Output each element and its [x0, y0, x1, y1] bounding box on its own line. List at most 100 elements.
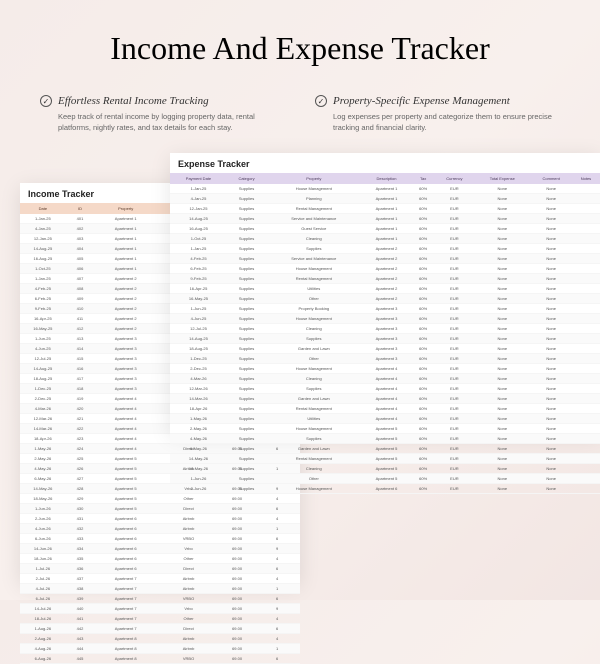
features-row: ✓ Effortless Rental Income Tracking Keep…: [40, 95, 560, 133]
cell: Apartment 1: [94, 214, 157, 224]
cell: [572, 294, 600, 304]
cell: 69.00: [220, 554, 254, 564]
cell: Other: [157, 494, 220, 504]
cell: 14-Mar-26: [170, 394, 227, 404]
table-row: 1-Jul-26436Apartment 6Direct69.006: [20, 564, 300, 574]
feature-1-title-text: Effortless Rental Income Tracking: [58, 95, 209, 107]
cell: [572, 194, 600, 204]
cell: EUR: [435, 304, 474, 314]
cell: 12-Jul-25: [20, 354, 66, 364]
cell: Apartment 3: [361, 304, 411, 314]
cell: 425: [66, 454, 95, 464]
feature-2: ✓ Property-Specific Expense Management L…: [315, 95, 560, 133]
cell: 405: [66, 254, 95, 264]
cell: EUR: [435, 384, 474, 394]
cell: [572, 324, 600, 334]
cell: 2-May-26: [20, 454, 66, 464]
table-row: 1-May-26SuppliesUtilitiesApartment 460%E…: [170, 414, 600, 424]
cell: Apartment 7: [94, 594, 157, 604]
cell: 60%: [411, 434, 434, 444]
cell: 6-May-26: [20, 474, 66, 484]
cell: [572, 444, 600, 454]
cell: None: [531, 254, 572, 264]
cell: 60%: [411, 194, 434, 204]
cell: Apartment 1: [94, 254, 157, 264]
cell: Apartment 1: [94, 264, 157, 274]
cell: EUR: [435, 324, 474, 334]
cell: Apartment 4: [94, 424, 157, 434]
expense-sheet: Expense Tracker Payment DateCategoryProp…: [170, 153, 600, 433]
cell: Apartment 4: [94, 434, 157, 444]
cell: Apartment 5: [94, 454, 157, 464]
cell: 4-Feb-25: [20, 284, 66, 294]
cell: Utilities: [266, 414, 361, 424]
cell: Airbnb: [157, 524, 220, 534]
cell: 14-May-26: [170, 454, 227, 464]
cell: EUR: [435, 194, 474, 204]
cell: Supplies: [227, 234, 266, 244]
cell: Airbnb: [157, 644, 220, 654]
cell: 1-May-26: [20, 444, 66, 454]
cell: 407: [66, 274, 95, 284]
cell: Supplies: [227, 404, 266, 414]
cell: Cleaning: [266, 324, 361, 334]
cell: Rental Management: [266, 204, 361, 214]
cell: None: [474, 234, 531, 244]
cell: 420: [66, 404, 95, 414]
cell: 417: [66, 374, 95, 384]
cell: Apartment 3: [361, 314, 411, 324]
cell: 60%: [411, 244, 434, 254]
cell: Apartment 2: [361, 284, 411, 294]
cell: Apartment 2: [94, 304, 157, 314]
cell: 6: [254, 594, 300, 604]
table-row: 4-Jun-25SuppliesHouse ManagementApartmen…: [170, 314, 600, 324]
cell: 1-Jan-25: [170, 244, 227, 254]
cell: 1-Oct-25: [170, 234, 227, 244]
col-header: Notes: [572, 173, 600, 184]
cell: 60%: [411, 334, 434, 344]
cell: 16-Apr-25: [20, 314, 66, 324]
cell: 60%: [411, 324, 434, 334]
cell: 429: [66, 494, 95, 504]
cell: 69.00: [220, 524, 254, 534]
table-row: 18-Jul-26441Apartment 7Other69.004: [20, 614, 300, 624]
cell: 60%: [411, 424, 434, 434]
cell: [572, 334, 600, 344]
cell: Supplies: [227, 394, 266, 404]
cell: 419: [66, 394, 95, 404]
cell: 4: [254, 554, 300, 564]
cell: [572, 264, 600, 274]
cell: [572, 314, 600, 324]
cell: 18-Apr-26: [20, 434, 66, 444]
cell: 69.00: [220, 654, 254, 664]
cell: EUR: [435, 334, 474, 344]
cell: Service and Maintenance: [266, 254, 361, 264]
cell: Apartment 1: [94, 234, 157, 244]
cell: Apartment 6: [94, 524, 157, 534]
cell: 16-May-25: [170, 294, 227, 304]
cell: 18-Jul-26: [20, 614, 66, 624]
check-icon: ✓: [40, 95, 52, 107]
cell: Cleaning: [266, 374, 361, 384]
cell: None: [531, 214, 572, 224]
cell: 421: [66, 414, 95, 424]
cell: Apartment 4: [94, 404, 157, 414]
cell: None: [474, 354, 531, 364]
cell: Apartment 3: [94, 334, 157, 344]
table-row: 12-Mar-26SuppliesSuppliesApartment 460%E…: [170, 384, 600, 394]
cell: [572, 384, 600, 394]
cell: Rental Management: [266, 454, 361, 464]
cell: 409: [66, 294, 95, 304]
cell: [572, 454, 600, 464]
cell: 2-Aug-26: [20, 634, 66, 644]
cell: EUR: [435, 254, 474, 264]
cell: Apartment 6: [94, 544, 157, 554]
cell: Other: [157, 614, 220, 624]
cell: Supplies: [227, 454, 266, 464]
cell: None: [531, 454, 572, 464]
cell: None: [531, 384, 572, 394]
cell: Planning: [266, 194, 361, 204]
cell: None: [474, 194, 531, 204]
cell: 60%: [411, 404, 434, 414]
cell: Apartment 7: [94, 584, 157, 594]
